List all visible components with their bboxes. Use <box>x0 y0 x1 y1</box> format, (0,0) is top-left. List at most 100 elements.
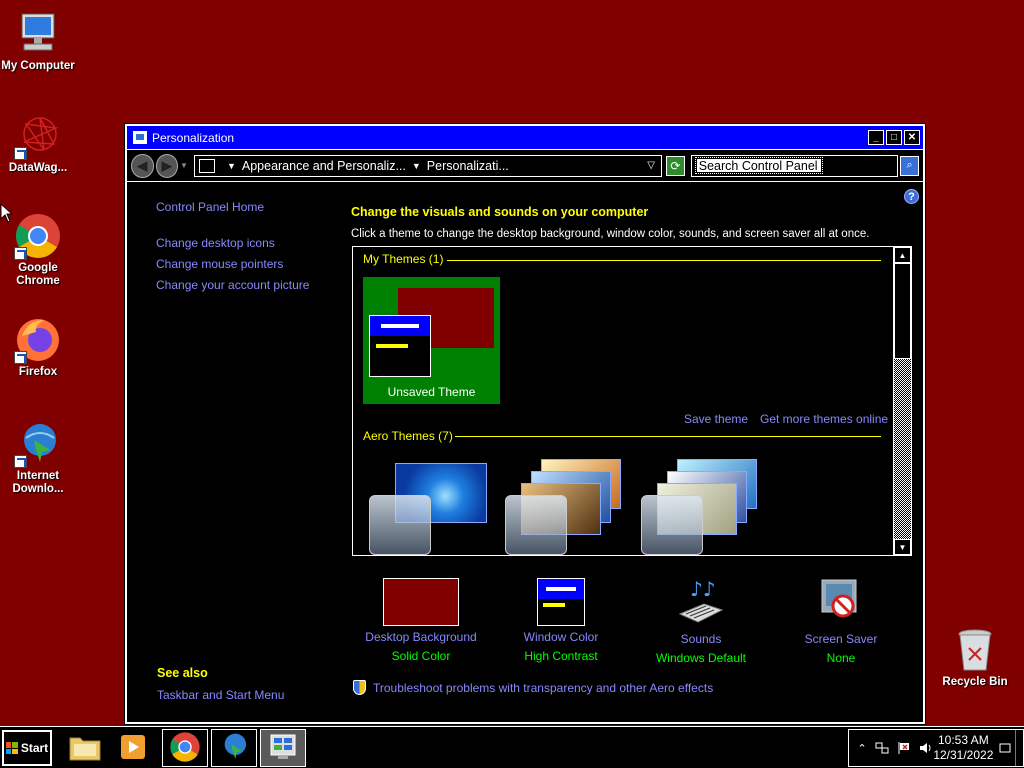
window-color-setting[interactable]: Window Color High Contrast <box>491 578 631 663</box>
maximize-button[interactable]: □ <box>886 130 902 145</box>
theme-aero-windows[interactable] <box>365 463 487 555</box>
scroll-up-button[interactable]: ▲ <box>894 247 911 263</box>
internet-download-icon <box>218 731 250 766</box>
chevron-down-icon[interactable]: ▼ <box>412 161 421 171</box>
theme-label: Unsaved Theme <box>387 385 476 399</box>
left-pane: Control Panel Home Change desktop icons … <box>156 200 336 292</box>
theme-aero-characters[interactable] <box>637 459 759 555</box>
breadcrumb-personalization[interactable]: Personalizati... <box>427 159 509 173</box>
desktop-icon-label: DataWag... <box>8 162 68 174</box>
desktop-icon-datawag[interactable]: DataWag... <box>0 112 76 175</box>
scroll-down-button[interactable]: ▼ <box>894 539 911 555</box>
control-panel-icon <box>133 131 147 144</box>
breadcrumb-appearance[interactable]: Appearance and Personaliz... <box>242 159 406 173</box>
setting-value: Solid Color <box>391 649 451 663</box>
troubleshoot-link[interactable]: Troubleshoot problems with transparency … <box>353 680 713 695</box>
notification-icon[interactable] <box>999 741 1011 755</box>
help-icon[interactable]: ? <box>904 189 919 204</box>
back-button[interactable]: ◀ <box>131 153 154 178</box>
volume-icon[interactable] <box>919 741 933 755</box>
link-change-desktop-icons[interactable]: Change desktop icons <box>156 236 336 250</box>
chrome-icon <box>14 212 62 260</box>
title-bar[interactable]: Personalization _ □ ✕ <box>127 126 923 150</box>
desktop-icon-label: Google Chrome <box>16 262 60 287</box>
search-input[interactable] <box>694 157 823 174</box>
vertical-scrollbar[interactable]: ▲ ▼ <box>893 247 911 555</box>
theme-window-preview <box>369 315 431 377</box>
mouse-cursor-icon <box>0 202 14 226</box>
folder-icon <box>68 732 102 765</box>
setting-label: Screen Saver <box>804 632 878 646</box>
refresh-button[interactable]: ⟳ <box>665 155 685 176</box>
scroll-thumb[interactable] <box>894 263 911 359</box>
close-button[interactable]: ✕ <box>904 130 920 145</box>
minimize-button[interactable]: _ <box>868 130 884 145</box>
desktop-background-setting[interactable]: Desktop Background Solid Color <box>351 578 491 663</box>
chrome-icon <box>169 731 201 766</box>
desktop-icon-my-computer[interactable]: My Computer <box>0 10 76 73</box>
taskbar: Start ⌃ 10:53 AM 12/31/2022 <box>0 726 1024 768</box>
desktop-icon-label: Internet Downlo... <box>12 470 64 495</box>
theme-aero-architecture[interactable] <box>501 459 623 555</box>
search-box <box>690 154 899 177</box>
windows-logo-icon <box>5 742 18 754</box>
desktop-icon-recycle-bin[interactable]: Recycle Bin <box>937 626 1013 689</box>
show-hidden-icons-icon[interactable]: ⌃ <box>857 741 867 755</box>
datawag-icon <box>14 112 62 160</box>
address-dropdown-icon[interactable]: ▽ <box>647 160 655 171</box>
network-icon[interactable] <box>875 741 889 755</box>
troubleshoot-label: Troubleshoot problems with transparency … <box>373 680 714 695</box>
internet-download-icon <box>14 420 62 468</box>
show-desktop-button[interactable] <box>1015 730 1023 766</box>
taskbar-explorer[interactable] <box>62 729 108 767</box>
aero-themes-heading: Aero Themes (7) <box>363 429 453 443</box>
setting-value: High Contrast <box>524 649 598 663</box>
screen-saver-setting[interactable]: Screen Saver None <box>771 578 911 665</box>
svg-text:♪♪: ♪♪ <box>690 578 716 601</box>
get-more-themes-link[interactable]: Get more themes online <box>760 412 888 426</box>
link-change-account-picture[interactable]: Change your account picture <box>156 278 336 292</box>
control-panel-icon <box>268 732 298 765</box>
link-control-panel-home[interactable]: Control Panel Home <box>156 200 336 214</box>
save-theme-link[interactable]: Save theme <box>684 412 748 426</box>
start-label: Start <box>20 741 49 755</box>
sounds-icon: ♪♪ <box>676 577 726 628</box>
shortcut-arrow-icon <box>14 351 27 364</box>
taskbar-internet-download[interactable] <box>211 729 257 767</box>
theme-unsaved[interactable]: Unsaved Theme <box>363 277 500 404</box>
system-tray: ⌃ 10:53 AM 12/31/2022 <box>848 729 1024 767</box>
action-center-flag-icon[interactable] <box>897 741 911 755</box>
setting-value: Windows Default <box>655 651 747 665</box>
shortcut-arrow-icon <box>14 147 27 160</box>
desktop-icon-label: Firefox <box>18 366 58 378</box>
link-change-mouse-pointers[interactable]: Change mouse pointers <box>156 257 336 271</box>
divider <box>455 436 881 437</box>
address-bar[interactable]: ▼ Appearance and Personaliz... ▼ Persona… <box>193 154 662 177</box>
search-icon[interactable]: ⌕ <box>900 155 919 176</box>
clock[interactable]: 10:53 AM 12/31/2022 <box>933 733 999 763</box>
forward-button[interactable]: ▶ <box>155 153 179 178</box>
my-themes-heading: My Themes (1) <box>363 252 444 266</box>
start-button[interactable]: Start <box>2 730 52 766</box>
link-taskbar-start-menu[interactable]: Taskbar and Start Menu <box>157 688 284 702</box>
chevron-down-icon[interactable]: ▼ <box>227 161 236 171</box>
shortcut-arrow-icon <box>14 455 27 468</box>
taskbar-control-panel[interactable] <box>260 729 306 767</box>
clock-time: 10:53 AM <box>937 733 989 747</box>
setting-label: Desktop Background <box>365 630 477 644</box>
screen-saver-icon <box>816 578 866 628</box>
desktop-icon-internet-download[interactable]: Internet Downlo... <box>0 420 76 496</box>
desktop-icon-firefox[interactable]: Firefox <box>0 316 76 379</box>
personalization-window: Personalization _ □ ✕ ◀ ▶ ▼ ▼ Appearance… <box>124 123 926 725</box>
desktop-background-icon <box>383 578 459 626</box>
taskbar-chrome[interactable] <box>162 729 208 767</box>
recycle-bin-icon <box>951 626 999 674</box>
taskbar-media-player[interactable] <box>110 729 156 767</box>
control-panel-icon <box>198 158 215 173</box>
sounds-setting[interactable]: ♪♪ Sounds Windows Default <box>631 577 771 665</box>
window-title: Personalization <box>152 130 235 145</box>
recent-pages-dropdown[interactable]: ▼ <box>180 161 188 170</box>
computer-icon <box>14 10 62 58</box>
media-player-icon <box>118 732 148 765</box>
setting-label: Window Color <box>523 630 599 644</box>
